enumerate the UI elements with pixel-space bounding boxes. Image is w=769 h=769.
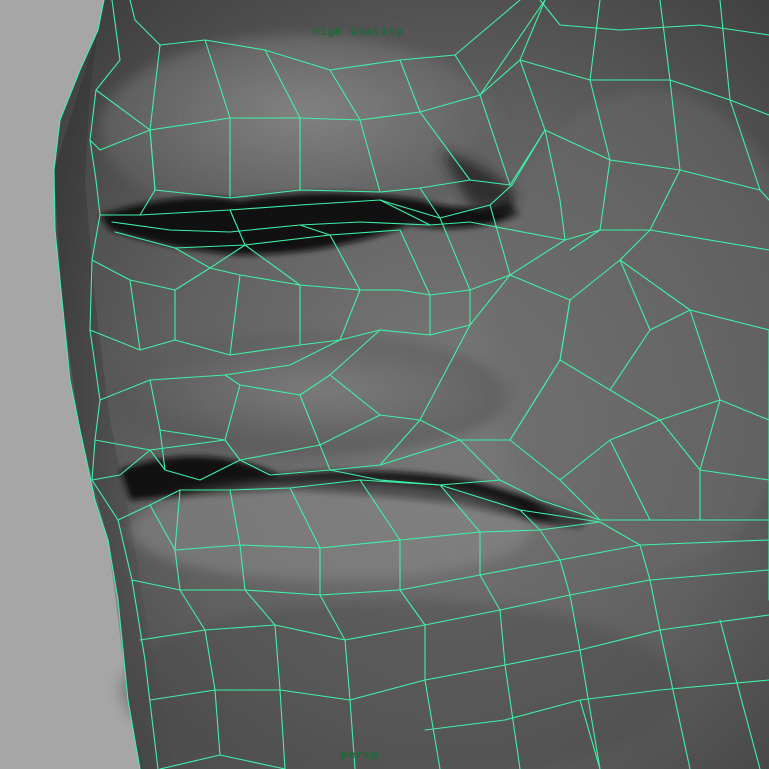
camera-label: persp (340, 748, 380, 761)
quality-label: High Quality (312, 25, 404, 38)
mesh-scene (53, 0, 769, 769)
maya-persp-viewport[interactable]: High Quality persp (0, 0, 769, 769)
